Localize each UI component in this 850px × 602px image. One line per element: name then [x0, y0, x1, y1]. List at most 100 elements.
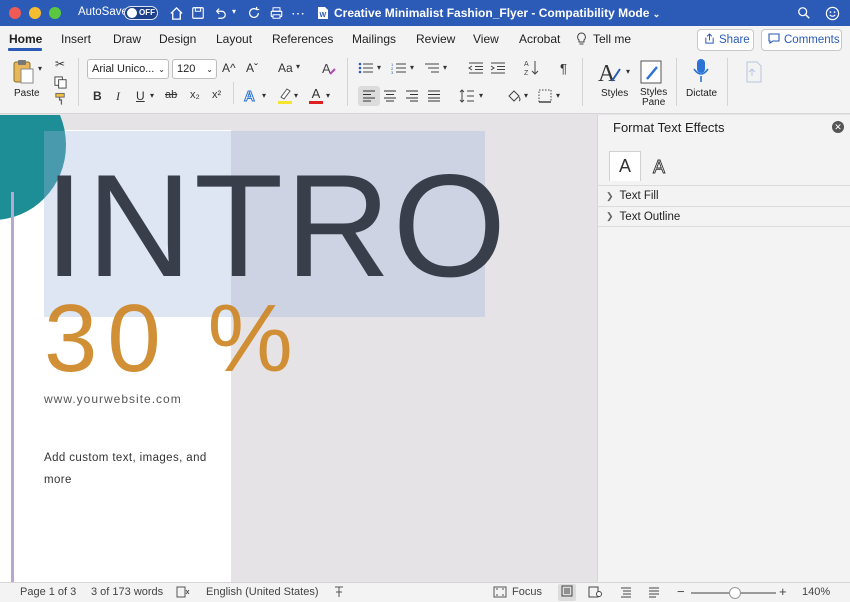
- bullets-icon[interactable]: [357, 60, 375, 76]
- section-text-fill[interactable]: ❯ Text Fill: [598, 185, 850, 206]
- word-count[interactable]: 3 of 173 words: [91, 586, 163, 598]
- shading-dropdown-icon[interactable]: ▾: [524, 91, 528, 100]
- tab-acrobat[interactable]: Acrobat: [519, 32, 560, 46]
- sort-icon[interactable]: AZ: [523, 58, 541, 78]
- cut-icon[interactable]: ✂: [52, 56, 68, 72]
- borders-dropdown-icon[interactable]: ▾: [556, 91, 560, 100]
- text-effects-icon[interactable]: A: [242, 86, 260, 104]
- body-text[interactable]: Add custom text, images, and more: [44, 447, 214, 491]
- grow-font-button[interactable]: A^: [222, 61, 236, 75]
- accessibility-icon[interactable]: [333, 586, 345, 601]
- web-layout-icon[interactable]: [588, 586, 602, 601]
- align-center-icon[interactable]: [380, 86, 400, 106]
- strikethrough-button[interactable]: ab: [165, 89, 177, 101]
- close-window-button[interactable]: [9, 7, 21, 19]
- undo-dropdown-icon[interactable]: ▾: [232, 7, 236, 16]
- tab-home[interactable]: Home: [9, 32, 42, 46]
- heading-intro[interactable]: INTRO: [44, 153, 508, 299]
- underline-dropdown-icon[interactable]: ▾: [150, 91, 154, 100]
- print-icon[interactable]: [266, 3, 286, 23]
- minimize-window-button[interactable]: [29, 7, 41, 19]
- multilevel-list-icon[interactable]: [423, 60, 441, 76]
- change-case-dropdown-icon[interactable]: ▾: [296, 62, 300, 71]
- highlight-dropdown-icon[interactable]: ▾: [294, 91, 298, 100]
- show-formatting-marks-button[interactable]: ¶: [560, 61, 567, 76]
- multilevel-dropdown-icon[interactable]: ▾: [443, 63, 447, 72]
- tab-mailings[interactable]: Mailings: [352, 32, 396, 46]
- zoom-out-button[interactable]: −: [677, 584, 685, 599]
- font-size-combo[interactable]: 120 ⌄: [172, 59, 217, 79]
- italic-button[interactable]: I: [116, 89, 120, 104]
- microphone-icon[interactable]: [690, 56, 712, 86]
- font-color-button[interactable]: A: [308, 85, 324, 105]
- styles-dropdown-icon[interactable]: ▾: [626, 67, 630, 76]
- bullets-dropdown-icon[interactable]: ▾: [377, 63, 381, 72]
- more-icon[interactable]: ⋯: [288, 3, 308, 23]
- zoom-in-button[interactable]: +: [779, 584, 787, 599]
- draft-view-icon[interactable]: [648, 586, 660, 601]
- styles-gallery-icon[interactable]: A: [598, 58, 624, 86]
- text-effects-dropdown-icon[interactable]: ▾: [262, 91, 266, 100]
- paste-dropdown-icon[interactable]: ▾: [38, 64, 42, 73]
- tell-me-search[interactable]: Tell me: [593, 32, 631, 46]
- tab-review[interactable]: Review: [416, 32, 455, 46]
- search-icon[interactable]: [794, 3, 814, 23]
- document-canvas[interactable]: INTRO 30 % www.yourwebsite.com Add custo…: [0, 115, 597, 582]
- home-icon[interactable]: [166, 3, 186, 23]
- decrease-indent-icon[interactable]: [467, 60, 485, 76]
- tab-layout[interactable]: Layout: [216, 32, 252, 46]
- numbering-icon[interactable]: 123: [390, 60, 408, 76]
- copy-icon[interactable]: [52, 74, 68, 90]
- superscript-button[interactable]: x²: [212, 89, 221, 101]
- font-color-dropdown-icon[interactable]: ▾: [326, 91, 330, 100]
- discount-text[interactable]: 30 %: [44, 291, 303, 387]
- tab-design[interactable]: Design: [159, 32, 196, 46]
- tab-references[interactable]: References: [272, 32, 333, 46]
- website-text[interactable]: www.yourwebsite.com: [44, 392, 182, 406]
- subscript-button[interactable]: x₂: [190, 89, 200, 101]
- comments-button[interactable]: Comments: [761, 29, 842, 51]
- shrink-font-button[interactable]: Aˇ: [246, 61, 258, 75]
- smiley-feedback-icon[interactable]: [822, 3, 842, 23]
- redo-icon[interactable]: [244, 3, 264, 23]
- increase-indent-icon[interactable]: [489, 60, 507, 76]
- save-icon[interactable]: [188, 3, 208, 23]
- page-count[interactable]: Page 1 of 3: [20, 586, 76, 598]
- underline-button[interactable]: U: [136, 89, 145, 103]
- autosave-toggle[interactable]: OFF: [124, 6, 158, 20]
- numbering-dropdown-icon[interactable]: ▾: [410, 63, 414, 72]
- paste-icon[interactable]: [10, 57, 36, 87]
- tab-view[interactable]: View: [473, 32, 499, 46]
- highlight-icon[interactable]: [276, 86, 294, 104]
- close-icon[interactable]: ✕: [832, 121, 844, 133]
- borders-icon[interactable]: [536, 86, 554, 106]
- undo-icon[interactable]: [210, 3, 230, 23]
- zoom-level[interactable]: 140%: [802, 586, 830, 598]
- outline-view-icon[interactable]: [620, 586, 632, 601]
- share-button[interactable]: Share: [697, 29, 754, 51]
- document-title[interactable]: Creative Minimalist Fashion_Flyer - Comp…: [334, 6, 660, 20]
- justify-icon[interactable]: [424, 86, 444, 106]
- shading-icon[interactable]: [505, 86, 523, 106]
- line-spacing-icon[interactable]: [458, 86, 476, 106]
- clear-formatting-icon[interactable]: A: [320, 59, 338, 77]
- font-name-combo[interactable]: Arial Unico... ⌄: [87, 59, 169, 79]
- maximize-window-button[interactable]: [49, 7, 61, 19]
- tab-insert[interactable]: Insert: [61, 32, 91, 46]
- bold-button[interactable]: B: [93, 89, 102, 103]
- align-right-icon[interactable]: [402, 86, 422, 106]
- align-left-icon[interactable]: [358, 86, 380, 106]
- format-painter-icon[interactable]: [52, 91, 68, 107]
- language[interactable]: English (United States): [206, 586, 319, 598]
- line-spacing-dropdown-icon[interactable]: ▾: [479, 91, 483, 100]
- tab-draw[interactable]: Draw: [113, 32, 141, 46]
- tab-text-effects[interactable]: A: [644, 151, 676, 181]
- change-case-button[interactable]: Aa: [278, 61, 293, 75]
- section-text-outline[interactable]: ❯ Text Outline: [598, 206, 850, 227]
- styles-pane-icon[interactable]: [639, 58, 665, 86]
- focus-icon[interactable]: [493, 586, 507, 601]
- proofing-icon[interactable]: [176, 586, 190, 601]
- print-layout-icon[interactable]: [558, 584, 576, 601]
- zoom-slider-thumb[interactable]: [729, 587, 741, 599]
- tab-text-fill-outline[interactable]: A: [609, 151, 641, 181]
